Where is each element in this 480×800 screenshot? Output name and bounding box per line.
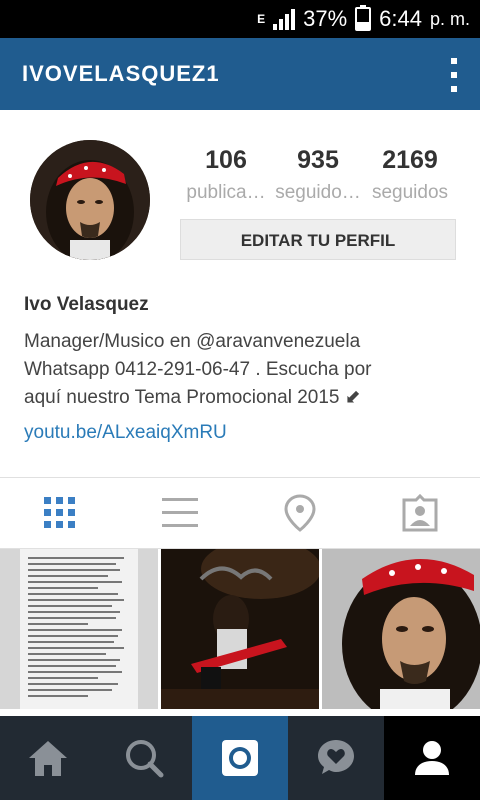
nav-home[interactable]: [0, 716, 96, 800]
edit-profile-button[interactable]: EDITAR TU PERFIL: [180, 219, 456, 260]
search-icon: [126, 740, 164, 778]
signal-icon: [273, 8, 296, 30]
activity-heart-icon: [318, 740, 354, 774]
tab-list[interactable]: [120, 478, 240, 548]
bio-line: Whatsapp 0412-291-06-47 . Escucha por: [24, 359, 372, 380]
tab-location[interactable]: [240, 478, 360, 548]
nav-camera[interactable]: [192, 716, 288, 800]
profile-tabs: [0, 478, 480, 548]
stat-posts-count: 106: [205, 146, 247, 174]
profile-icon: [415, 741, 449, 775]
grid-photo[interactable]: [322, 549, 480, 709]
tagged-photos-icon: [402, 494, 438, 532]
profile-stats: 106 publica… 935 seguido… 2169 seguidos: [180, 140, 456, 204]
list-icon: [162, 498, 198, 527]
nav-activity[interactable]: [288, 716, 384, 800]
avatar[interactable]: [30, 140, 150, 260]
grid-photo[interactable]: [161, 549, 319, 709]
stat-following[interactable]: 2169 seguidos: [364, 140, 456, 204]
location-pin-icon: [284, 494, 316, 532]
nav-profile[interactable]: [384, 716, 480, 800]
battery-percent: 37%: [303, 6, 348, 31]
bio-line: aquí nuestro Tema Promocional 2015 ⬋: [24, 387, 361, 408]
app-bar: IVOVELASQUEZ1: [0, 38, 480, 110]
clock-time: 6:44: [379, 6, 422, 31]
network-type: E: [257, 12, 266, 26]
stat-following-label: seguidos: [371, 182, 449, 203]
bio-line: Manager/Musico en @aravanvenezuela: [24, 331, 361, 352]
photo-grid: [0, 549, 480, 719]
tab-grid[interactable]: [0, 478, 120, 548]
battery-icon: [355, 5, 372, 31]
stat-followers[interactable]: 935 seguido…: [272, 140, 364, 204]
profile-bio: Manager/Musico en @aravanvenezuela Whats…: [24, 328, 464, 412]
tab-tagged[interactable]: [360, 478, 480, 548]
clock-ampm: p. m.: [429, 8, 470, 29]
stat-posts-label: publica…: [186, 182, 266, 203]
grid-photo[interactable]: [0, 549, 158, 709]
camera-icon: [222, 740, 258, 776]
status-bar: E 37% 6:44 p. m.: [0, 0, 480, 38]
stat-posts[interactable]: 106 publica…: [180, 140, 272, 204]
profile-name: Ivo Velasquez: [24, 294, 149, 315]
overflow-menu-icon[interactable]: [450, 58, 458, 92]
profile-username: IVOVELASQUEZ1: [22, 61, 220, 86]
nav-search[interactable]: [96, 716, 192, 800]
grid-icon: [44, 497, 75, 528]
profile-link[interactable]: youtu.be/ALxeaiqXmRU: [24, 422, 227, 444]
stat-following-count: 2169: [382, 146, 438, 174]
bottom-nav: [0, 716, 480, 800]
home-icon: [29, 741, 67, 776]
stat-followers-label: seguido…: [275, 182, 361, 203]
stat-followers-count: 935: [297, 146, 339, 174]
